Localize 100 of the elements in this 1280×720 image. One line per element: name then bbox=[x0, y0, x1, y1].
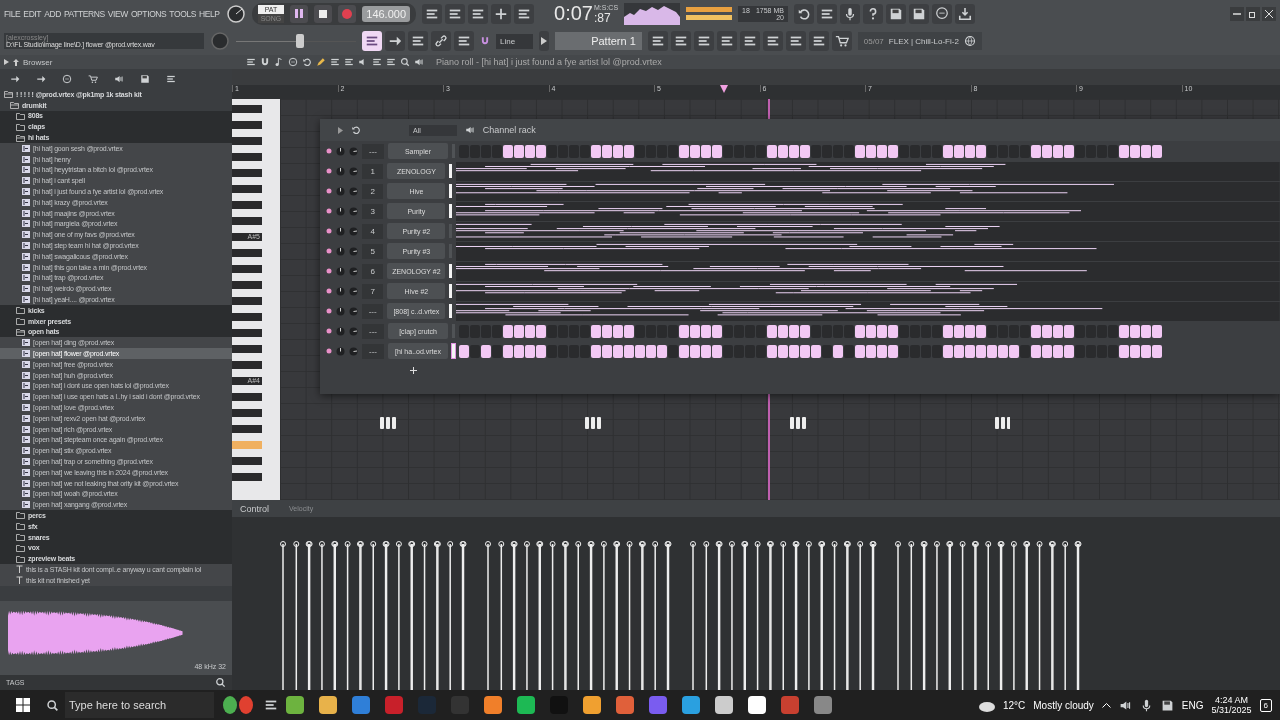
toolbar-button[interactable] bbox=[716, 31, 737, 51]
news-panel[interactable]: 05/07 FLEX | Chill-Lo-Fi-2 bbox=[857, 32, 982, 50]
app-tile-icon[interactable] bbox=[319, 696, 337, 714]
step-button[interactable] bbox=[690, 324, 700, 338]
menu-item[interactable]: PATTERNS bbox=[63, 8, 105, 19]
app-tile-icon[interactable] bbox=[385, 696, 403, 714]
step-button[interactable] bbox=[855, 324, 865, 338]
mute-led-icon[interactable] bbox=[326, 308, 332, 314]
step-button[interactable] bbox=[635, 344, 645, 358]
step-button[interactable] bbox=[976, 324, 986, 338]
toolbar-button[interactable] bbox=[431, 31, 451, 51]
volume-knob-icon[interactable] bbox=[349, 346, 358, 356]
step-button[interactable] bbox=[976, 344, 986, 358]
step-button[interactable] bbox=[536, 324, 546, 338]
step-button[interactable] bbox=[624, 144, 634, 158]
toolbar-button[interactable] bbox=[839, 3, 860, 24]
step-button[interactable] bbox=[800, 144, 810, 158]
step-button[interactable] bbox=[1042, 344, 1052, 358]
step-button[interactable] bbox=[965, 324, 975, 338]
pan-knob-icon[interactable] bbox=[336, 166, 345, 176]
mixer-track-field[interactable]: 5 bbox=[362, 243, 384, 259]
step-button[interactable] bbox=[1009, 344, 1019, 358]
toolbar-button[interactable] bbox=[885, 3, 906, 24]
step-button[interactable] bbox=[800, 344, 810, 358]
step-button[interactable] bbox=[1119, 144, 1129, 158]
step-button[interactable] bbox=[679, 324, 689, 338]
toolbar-button[interactable] bbox=[785, 31, 806, 51]
mute-led-icon[interactable] bbox=[326, 268, 332, 274]
mixer-track-field[interactable]: --- bbox=[362, 323, 384, 339]
toolbar-button[interactable] bbox=[454, 31, 474, 51]
step-button[interactable] bbox=[987, 344, 997, 358]
volume-knob-icon[interactable] bbox=[349, 326, 358, 336]
toolbar-button[interactable] bbox=[514, 3, 535, 24]
toolbar-button[interactable] bbox=[468, 3, 489, 24]
step-button[interactable] bbox=[613, 324, 623, 338]
stop-button[interactable] bbox=[314, 4, 333, 23]
step-button[interactable] bbox=[954, 324, 964, 338]
pause-button[interactable] bbox=[290, 4, 309, 23]
pan-knob-icon[interactable] bbox=[336, 286, 345, 296]
toolbar-button[interactable] bbox=[793, 3, 814, 24]
step-button[interactable] bbox=[1130, 144, 1140, 158]
note-preview-drawing[interactable] bbox=[456, 261, 1280, 281]
mixer-track-field[interactable]: 7 bbox=[362, 283, 384, 299]
volume-knob-icon[interactable] bbox=[349, 166, 358, 176]
step-button[interactable] bbox=[701, 344, 711, 358]
toolbar-button[interactable] bbox=[422, 3, 443, 24]
step-button[interactable] bbox=[503, 344, 513, 358]
magnet-icon[interactable] bbox=[480, 36, 490, 46]
menu-item[interactable]: FILE bbox=[4, 8, 21, 19]
mute-led-icon[interactable] bbox=[326, 208, 332, 214]
step-button[interactable] bbox=[514, 324, 524, 338]
step-button[interactable] bbox=[712, 324, 722, 338]
channel-select-indicator[interactable] bbox=[449, 284, 453, 298]
step-button[interactable] bbox=[943, 324, 953, 338]
step-button[interactable] bbox=[591, 324, 601, 338]
toolbar-button[interactable] bbox=[739, 31, 760, 51]
volume-knob-icon[interactable] bbox=[349, 226, 358, 236]
step-button[interactable] bbox=[833, 344, 843, 358]
step-button[interactable] bbox=[1031, 344, 1041, 358]
step-button[interactable] bbox=[679, 144, 689, 158]
step-button[interactable] bbox=[954, 344, 964, 358]
pan-knob-icon[interactable] bbox=[336, 146, 345, 156]
taskbar-clock[interactable]: 4:24 AM 5/31/2025 bbox=[1211, 695, 1252, 715]
note-preview-drawing[interactable] bbox=[456, 281, 1280, 301]
toolbar-button[interactable] bbox=[816, 3, 837, 24]
step-button[interactable] bbox=[778, 344, 788, 358]
step-button[interactable] bbox=[536, 144, 546, 158]
step-button[interactable] bbox=[602, 144, 612, 158]
step-button[interactable] bbox=[1064, 344, 1074, 358]
step-button[interactable] bbox=[613, 344, 623, 358]
channel-select-indicator[interactable] bbox=[449, 204, 453, 218]
toolbar-button[interactable] bbox=[408, 31, 428, 51]
menu-item[interactable]: OPTIONS bbox=[130, 8, 167, 19]
step-button[interactable] bbox=[1141, 344, 1151, 358]
note-preview-drawing[interactable] bbox=[456, 161, 1280, 181]
mixer-track-field[interactable]: 6 bbox=[362, 263, 384, 279]
mixer-track-field[interactable]: 2 bbox=[362, 183, 384, 199]
menu-item[interactable]: VIEW bbox=[107, 8, 128, 19]
step-button[interactable] bbox=[613, 144, 623, 158]
app-tile-icon[interactable] bbox=[418, 696, 436, 714]
chevron-up-icon[interactable] bbox=[1101, 702, 1111, 708]
step-button[interactable] bbox=[1119, 344, 1129, 358]
windows-start-icon[interactable] bbox=[16, 698, 30, 712]
step-button[interactable] bbox=[800, 324, 810, 338]
step-button[interactable] bbox=[514, 344, 524, 358]
step-button[interactable] bbox=[965, 344, 975, 358]
step-button[interactable] bbox=[778, 144, 788, 158]
step-button[interactable] bbox=[855, 344, 865, 358]
step-button[interactable] bbox=[503, 324, 513, 338]
note-preview-drawing[interactable] bbox=[456, 241, 1280, 261]
step-button[interactable] bbox=[701, 324, 711, 338]
slider-handle-icon[interactable] bbox=[296, 34, 304, 48]
step-button[interactable] bbox=[976, 144, 986, 158]
step-button[interactable] bbox=[888, 144, 898, 158]
volume-knob-icon[interactable] bbox=[349, 306, 358, 316]
toolbar-button[interactable] bbox=[693, 31, 714, 51]
step-button[interactable] bbox=[1152, 144, 1162, 158]
mute-led-icon[interactable] bbox=[326, 188, 332, 194]
step-button[interactable] bbox=[789, 344, 799, 358]
step-button[interactable] bbox=[591, 144, 601, 158]
